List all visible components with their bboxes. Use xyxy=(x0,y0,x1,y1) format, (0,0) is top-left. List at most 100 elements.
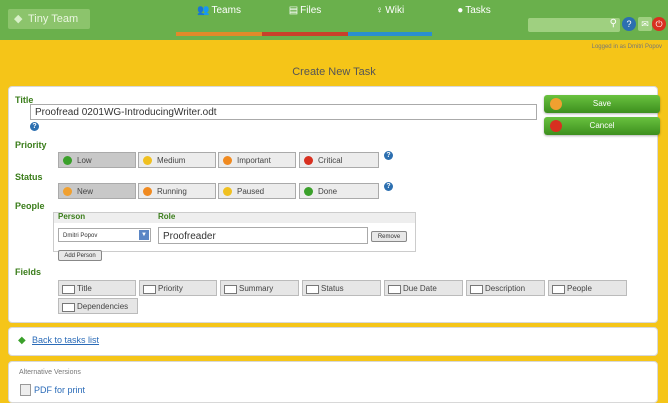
important-priority-icon xyxy=(223,156,232,165)
back-arrow-icon: ◆ xyxy=(18,335,26,346)
field-dependencies[interactable]: Dependencies xyxy=(58,298,138,314)
priority-medium-label: Medium xyxy=(157,156,186,165)
field-title-label: Title xyxy=(77,284,92,293)
field-icon xyxy=(552,285,565,294)
priority-low-label: Low xyxy=(77,156,92,165)
mail-icon[interactable]: ✉ xyxy=(638,17,652,31)
status-help-icon[interactable]: ? xyxy=(384,182,393,191)
logout-icon[interactable]: ⏻ xyxy=(652,17,666,31)
running-status-icon xyxy=(143,187,152,196)
field-people[interactable]: People xyxy=(548,280,627,296)
critical-priority-icon xyxy=(304,156,313,165)
role-input[interactable]: Proofreader xyxy=(158,227,368,244)
field-summary[interactable]: Summary xyxy=(220,280,299,296)
field-icon xyxy=(224,285,237,294)
wiki-icon: ♀ xyxy=(375,5,384,16)
nav-tasks-label: Tasks xyxy=(465,5,491,16)
gem-icon: ◆ xyxy=(14,13,23,25)
status-paused-label: Paused xyxy=(237,187,265,196)
people-section-label: People xyxy=(15,201,45,211)
logged-in-text: Logged in as Dmitri Popov xyxy=(591,44,662,50)
help-icon[interactable]: ? xyxy=(622,17,636,31)
person-select[interactable]: Dmitri Popov ▼ xyxy=(58,228,151,242)
status-new-label: New xyxy=(77,187,94,196)
priority-critical-label: Critical xyxy=(318,156,343,165)
nav-files-label: Files xyxy=(300,5,322,16)
field-title[interactable]: Title xyxy=(58,280,136,296)
tasks-icon: ● xyxy=(457,5,464,16)
field-status-label: Status xyxy=(321,284,344,293)
people-icon: 👥 xyxy=(197,5,210,16)
person-select-value: Dmitri Popov xyxy=(63,233,98,239)
status-running-label: Running xyxy=(157,187,187,196)
cancel-icon xyxy=(550,120,562,132)
app-logo[interactable]: ◆ Tiny Team xyxy=(8,9,90,29)
save-icon xyxy=(550,98,562,110)
priority-help-icon[interactable]: ? xyxy=(384,151,393,160)
pdf-for-print-link[interactable]: PDF for print xyxy=(34,385,85,395)
medium-priority-icon xyxy=(143,156,152,165)
alternative-versions-heading: Alternative Versions xyxy=(19,369,81,376)
field-summary-label: Summary xyxy=(239,284,274,293)
search-input[interactable]: ⚲ xyxy=(528,18,620,32)
field-priority-label: Priority xyxy=(158,284,183,293)
field-due-date[interactable]: Due Date xyxy=(384,280,463,296)
nav-files[interactable]: ▤ Files xyxy=(262,0,348,36)
title-help-icon[interactable]: ? xyxy=(30,122,39,131)
priority-important-label: Important xyxy=(237,156,271,165)
field-icon xyxy=(306,285,319,294)
field-status[interactable]: Status xyxy=(302,280,381,296)
priority-section-label: Priority xyxy=(15,140,47,150)
alternative-versions-panel xyxy=(8,361,658,403)
nav-files-underline xyxy=(262,32,348,36)
role-column-header: Role xyxy=(158,212,176,221)
done-status-icon xyxy=(304,187,313,196)
files-icon: ▤ xyxy=(288,5,299,16)
nav-wiki[interactable]: ♀ Wiki xyxy=(348,0,432,36)
status-paused[interactable]: Paused xyxy=(218,183,296,199)
nav-teams[interactable]: 👥 Teams xyxy=(176,0,262,36)
status-running[interactable]: Running xyxy=(138,183,216,199)
low-priority-icon xyxy=(63,156,72,165)
chevron-down-icon: ▼ xyxy=(139,230,149,240)
new-status-icon xyxy=(63,187,72,196)
people-table-header xyxy=(54,213,415,223)
back-link-panel xyxy=(8,327,658,356)
nav-wiki-label: Wiki xyxy=(385,5,405,16)
nav-teams-label: Teams xyxy=(211,5,241,16)
page-title: Create New Task xyxy=(292,66,376,78)
field-priority[interactable]: Priority xyxy=(139,280,217,296)
app-name: Tiny Team xyxy=(28,13,79,25)
search-icon: ⚲ xyxy=(609,18,617,29)
status-new[interactable]: New xyxy=(58,183,136,199)
cancel-button[interactable]: Cancel xyxy=(544,117,660,135)
field-description[interactable]: Description xyxy=(466,280,545,296)
priority-low[interactable]: Low xyxy=(58,152,136,168)
priority-critical[interactable]: Critical xyxy=(299,152,379,168)
add-person-button[interactable]: Add Person xyxy=(58,250,102,261)
field-icon xyxy=(470,285,483,294)
field-description-label: Description xyxy=(485,284,526,293)
field-icon xyxy=(62,285,75,294)
field-dependencies-label: Dependencies xyxy=(77,302,129,311)
save-button[interactable]: Save xyxy=(544,95,660,113)
fields-section-label: Fields xyxy=(15,267,42,277)
priority-important[interactable]: Important xyxy=(218,152,296,168)
nav-teams-underline xyxy=(176,32,262,36)
status-section-label: Status xyxy=(15,172,43,182)
cancel-label: Cancel xyxy=(589,121,615,130)
save-label: Save xyxy=(592,99,612,108)
person-column-header: Person xyxy=(58,212,86,221)
field-icon xyxy=(143,285,156,294)
field-icon xyxy=(388,285,401,294)
remove-person-button[interactable]: Remove xyxy=(371,231,407,242)
status-done[interactable]: Done xyxy=(299,183,379,199)
priority-medium[interactable]: Medium xyxy=(138,152,216,168)
field-people-label: People xyxy=(567,284,592,293)
nav-tasks[interactable]: ● Tasks xyxy=(432,0,516,36)
title-input[interactable]: Proofread 0201WG-IntroducingWriter.odt xyxy=(30,104,537,120)
pdf-icon xyxy=(20,384,31,396)
field-due-date-label: Due Date xyxy=(403,284,437,293)
field-icon xyxy=(62,303,75,312)
back-to-tasks-link[interactable]: Back to tasks list xyxy=(32,335,99,345)
